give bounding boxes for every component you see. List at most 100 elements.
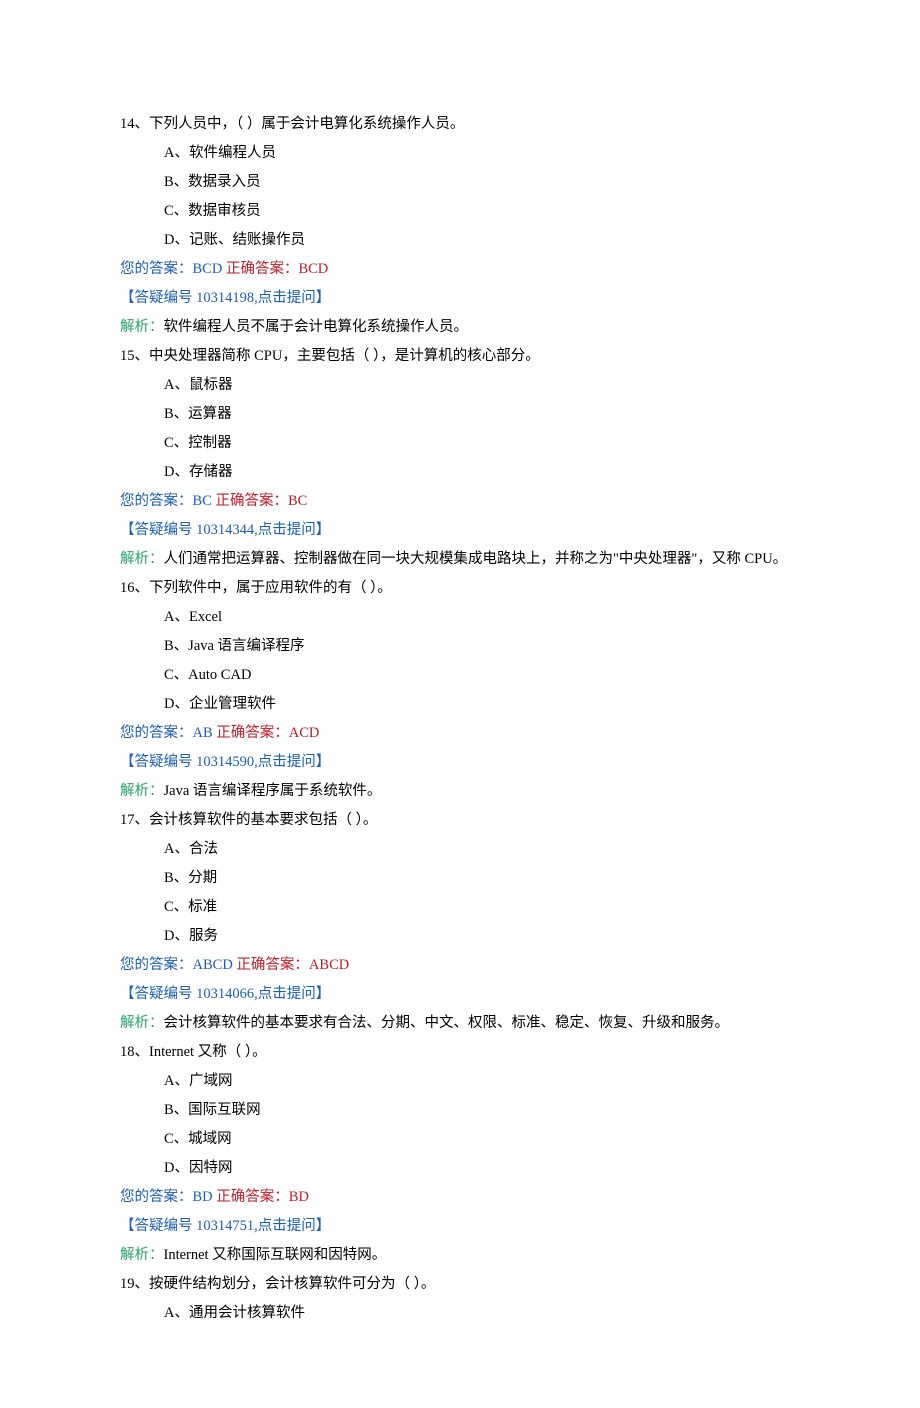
analysis-line: 解析：Java 语言编译程序属于系统软件。 xyxy=(120,777,800,806)
option: C、标准 xyxy=(164,893,800,922)
faq-link[interactable]: 【答疑编号 10314344,点击提问】 xyxy=(120,516,800,545)
faq-prefix: 【答疑编号 xyxy=(120,986,196,1002)
faq-link[interactable]: 【答疑编号 10314066,点击提问】 xyxy=(120,980,800,1009)
option: A、软件编程人员 xyxy=(164,139,800,168)
option: C、数据审核员 xyxy=(164,197,800,226)
your-answer-label: 您的答案： xyxy=(120,493,193,509)
faq-number: 10314344 xyxy=(196,522,254,538)
question-stem: 16、下列软件中，属于应用软件的有（ ）。 xyxy=(120,574,800,603)
answer-line: 您的答案：ABCD 正确答案：ABCD xyxy=(120,951,800,980)
option: B、数据录入员 xyxy=(164,168,800,197)
answer-line: 您的答案：BC 正确答案：BC xyxy=(120,487,800,516)
analysis-text: 软件编程人员不属于会计电算化系统操作人员。 xyxy=(164,319,469,335)
option: D、因特网 xyxy=(164,1154,800,1183)
question-text: 、中央处理器简称 CPU，主要包括（ ），是计算机的核心部分。 xyxy=(135,348,540,364)
question-text: 、Internet 又称（ ）。 xyxy=(135,1044,267,1060)
option: C、控制器 xyxy=(164,429,800,458)
analysis-label: 解析： xyxy=(120,1247,164,1263)
analysis-text: Java 语言编译程序属于系统软件。 xyxy=(164,783,382,799)
option: B、国际互联网 xyxy=(164,1096,800,1125)
question-text: 、下列软件中，属于应用软件的有（ ）。 xyxy=(135,580,392,596)
question-number: 19 xyxy=(120,1276,135,1292)
correct-answer-label: 正确答案： xyxy=(216,725,289,741)
your-answer-value: ABCD xyxy=(193,957,233,973)
options: A、合法B、分期C、标准D、服务 xyxy=(120,835,800,951)
option: D、记账、结账操作员 xyxy=(164,226,800,255)
correct-answer-label: 正确答案： xyxy=(236,957,309,973)
option: A、通用会计核算软件 xyxy=(164,1299,800,1328)
question-stem: 15、中央处理器简称 CPU，主要包括（ ），是计算机的核心部分。 xyxy=(120,342,800,371)
your-answer-label: 您的答案： xyxy=(120,261,193,277)
options: A、通用会计核算软件 xyxy=(120,1299,800,1328)
your-answer-label: 您的答案： xyxy=(120,1189,193,1205)
faq-number: 10314198 xyxy=(196,290,254,306)
your-answer-value: BC xyxy=(193,493,212,509)
question-text: 、按硬件结构划分，会计核算软件可分为（ ）。 xyxy=(135,1276,436,1292)
correct-answer-value: ABCD xyxy=(309,957,349,973)
option: B、Java 语言编译程序 xyxy=(164,632,800,661)
question-stem: 17、会计核算软件的基本要求包括（ ）。 xyxy=(120,806,800,835)
correct-answer-value: BC xyxy=(288,493,307,509)
option: D、存储器 xyxy=(164,458,800,487)
analysis-line: 解析：人们通常把运算器、控制器做在同一块大规模集成电路块上，并称之为"中央处理器… xyxy=(120,545,800,574)
analysis-line: 解析：软件编程人员不属于会计电算化系统操作人员。 xyxy=(120,313,800,342)
answer-line: 您的答案：BD 正确答案：BD xyxy=(120,1183,800,1212)
faq-link[interactable]: 【答疑编号 10314198,点击提问】 xyxy=(120,284,800,313)
faq-suffix: ,点击提问】 xyxy=(254,754,330,770)
analysis-text: 人们通常把运算器、控制器做在同一块大规模集成电路块上，并称之为"中央处理器"，又… xyxy=(164,551,788,567)
analysis-text: 会计核算软件的基本要求有合法、分期、中文、权限、标准、稳定、恢复、升级和服务。 xyxy=(164,1015,730,1031)
option: B、运算器 xyxy=(164,400,800,429)
faq-prefix: 【答疑编号 xyxy=(120,290,196,306)
your-answer-value: AB xyxy=(193,725,213,741)
your-answer-label: 您的答案： xyxy=(120,725,193,741)
option: A、广域网 xyxy=(164,1067,800,1096)
question-stem: 18、Internet 又称（ ）。 xyxy=(120,1038,800,1067)
analysis-line: 解析：会计核算软件的基本要求有合法、分期、中文、权限、标准、稳定、恢复、升级和服… xyxy=(120,1009,800,1038)
question-text: 、下列人员中，（ ）属于会计电算化系统操作人员。 xyxy=(135,116,465,132)
analysis-text: Internet 又称国际互联网和因特网。 xyxy=(164,1247,387,1263)
options: A、ExcelB、Java 语言编译程序C、Auto CADD、企业管理软件 xyxy=(120,603,800,719)
analysis-label: 解析： xyxy=(120,319,164,335)
analysis-label: 解析： xyxy=(120,1015,164,1031)
option: A、Excel xyxy=(164,603,800,632)
your-answer-value: BD xyxy=(193,1189,213,1205)
option: C、城域网 xyxy=(164,1125,800,1154)
faq-prefix: 【答疑编号 xyxy=(120,522,196,538)
faq-number: 10314751 xyxy=(196,1218,254,1234)
correct-answer-label: 正确答案： xyxy=(216,1189,289,1205)
faq-prefix: 【答疑编号 xyxy=(120,754,196,770)
question-stem: 19、按硬件结构划分，会计核算软件可分为（ ）。 xyxy=(120,1270,800,1299)
faq-number: 10314066 xyxy=(196,986,254,1002)
analysis-line: 解析：Internet 又称国际互联网和因特网。 xyxy=(120,1241,800,1270)
question-number: 14 xyxy=(120,116,135,132)
option: A、鼠标器 xyxy=(164,371,800,400)
option: C、Auto CAD xyxy=(164,661,800,690)
answer-line: 您的答案：AB 正确答案：ACD xyxy=(120,719,800,748)
correct-answer-value: BD xyxy=(289,1189,309,1205)
option: A、合法 xyxy=(164,835,800,864)
question-number: 16 xyxy=(120,580,135,596)
faq-link[interactable]: 【答疑编号 10314590,点击提问】 xyxy=(120,748,800,777)
option: D、服务 xyxy=(164,922,800,951)
faq-number: 10314590 xyxy=(196,754,254,770)
options: A、软件编程人员B、数据录入员C、数据审核员D、记账、结账操作员 xyxy=(120,139,800,255)
option: D、企业管理软件 xyxy=(164,690,800,719)
options: A、广域网B、国际互联网C、城域网D、因特网 xyxy=(120,1067,800,1183)
correct-answer-label: 正确答案： xyxy=(215,493,288,509)
question-text: 、会计核算软件的基本要求包括（ ）。 xyxy=(135,812,378,828)
question-number: 17 xyxy=(120,812,135,828)
faq-suffix: ,点击提问】 xyxy=(254,1218,330,1234)
correct-answer-label: 正确答案： xyxy=(226,261,299,277)
your-answer-value: BCD xyxy=(193,261,223,277)
faq-suffix: ,点击提问】 xyxy=(254,986,330,1002)
question-stem: 14、下列人员中，（ ）属于会计电算化系统操作人员。 xyxy=(120,110,800,139)
answer-line: 您的答案：BCD 正确答案：BCD xyxy=(120,255,800,284)
options: A、鼠标器B、运算器C、控制器D、存储器 xyxy=(120,371,800,487)
correct-answer-value: ACD xyxy=(289,725,320,741)
correct-answer-value: BCD xyxy=(298,261,328,277)
faq-link[interactable]: 【答疑编号 10314751,点击提问】 xyxy=(120,1212,800,1241)
analysis-label: 解析： xyxy=(120,551,164,567)
faq-suffix: ,点击提问】 xyxy=(254,522,330,538)
question-number: 18 xyxy=(120,1044,135,1060)
analysis-label: 解析： xyxy=(120,783,164,799)
